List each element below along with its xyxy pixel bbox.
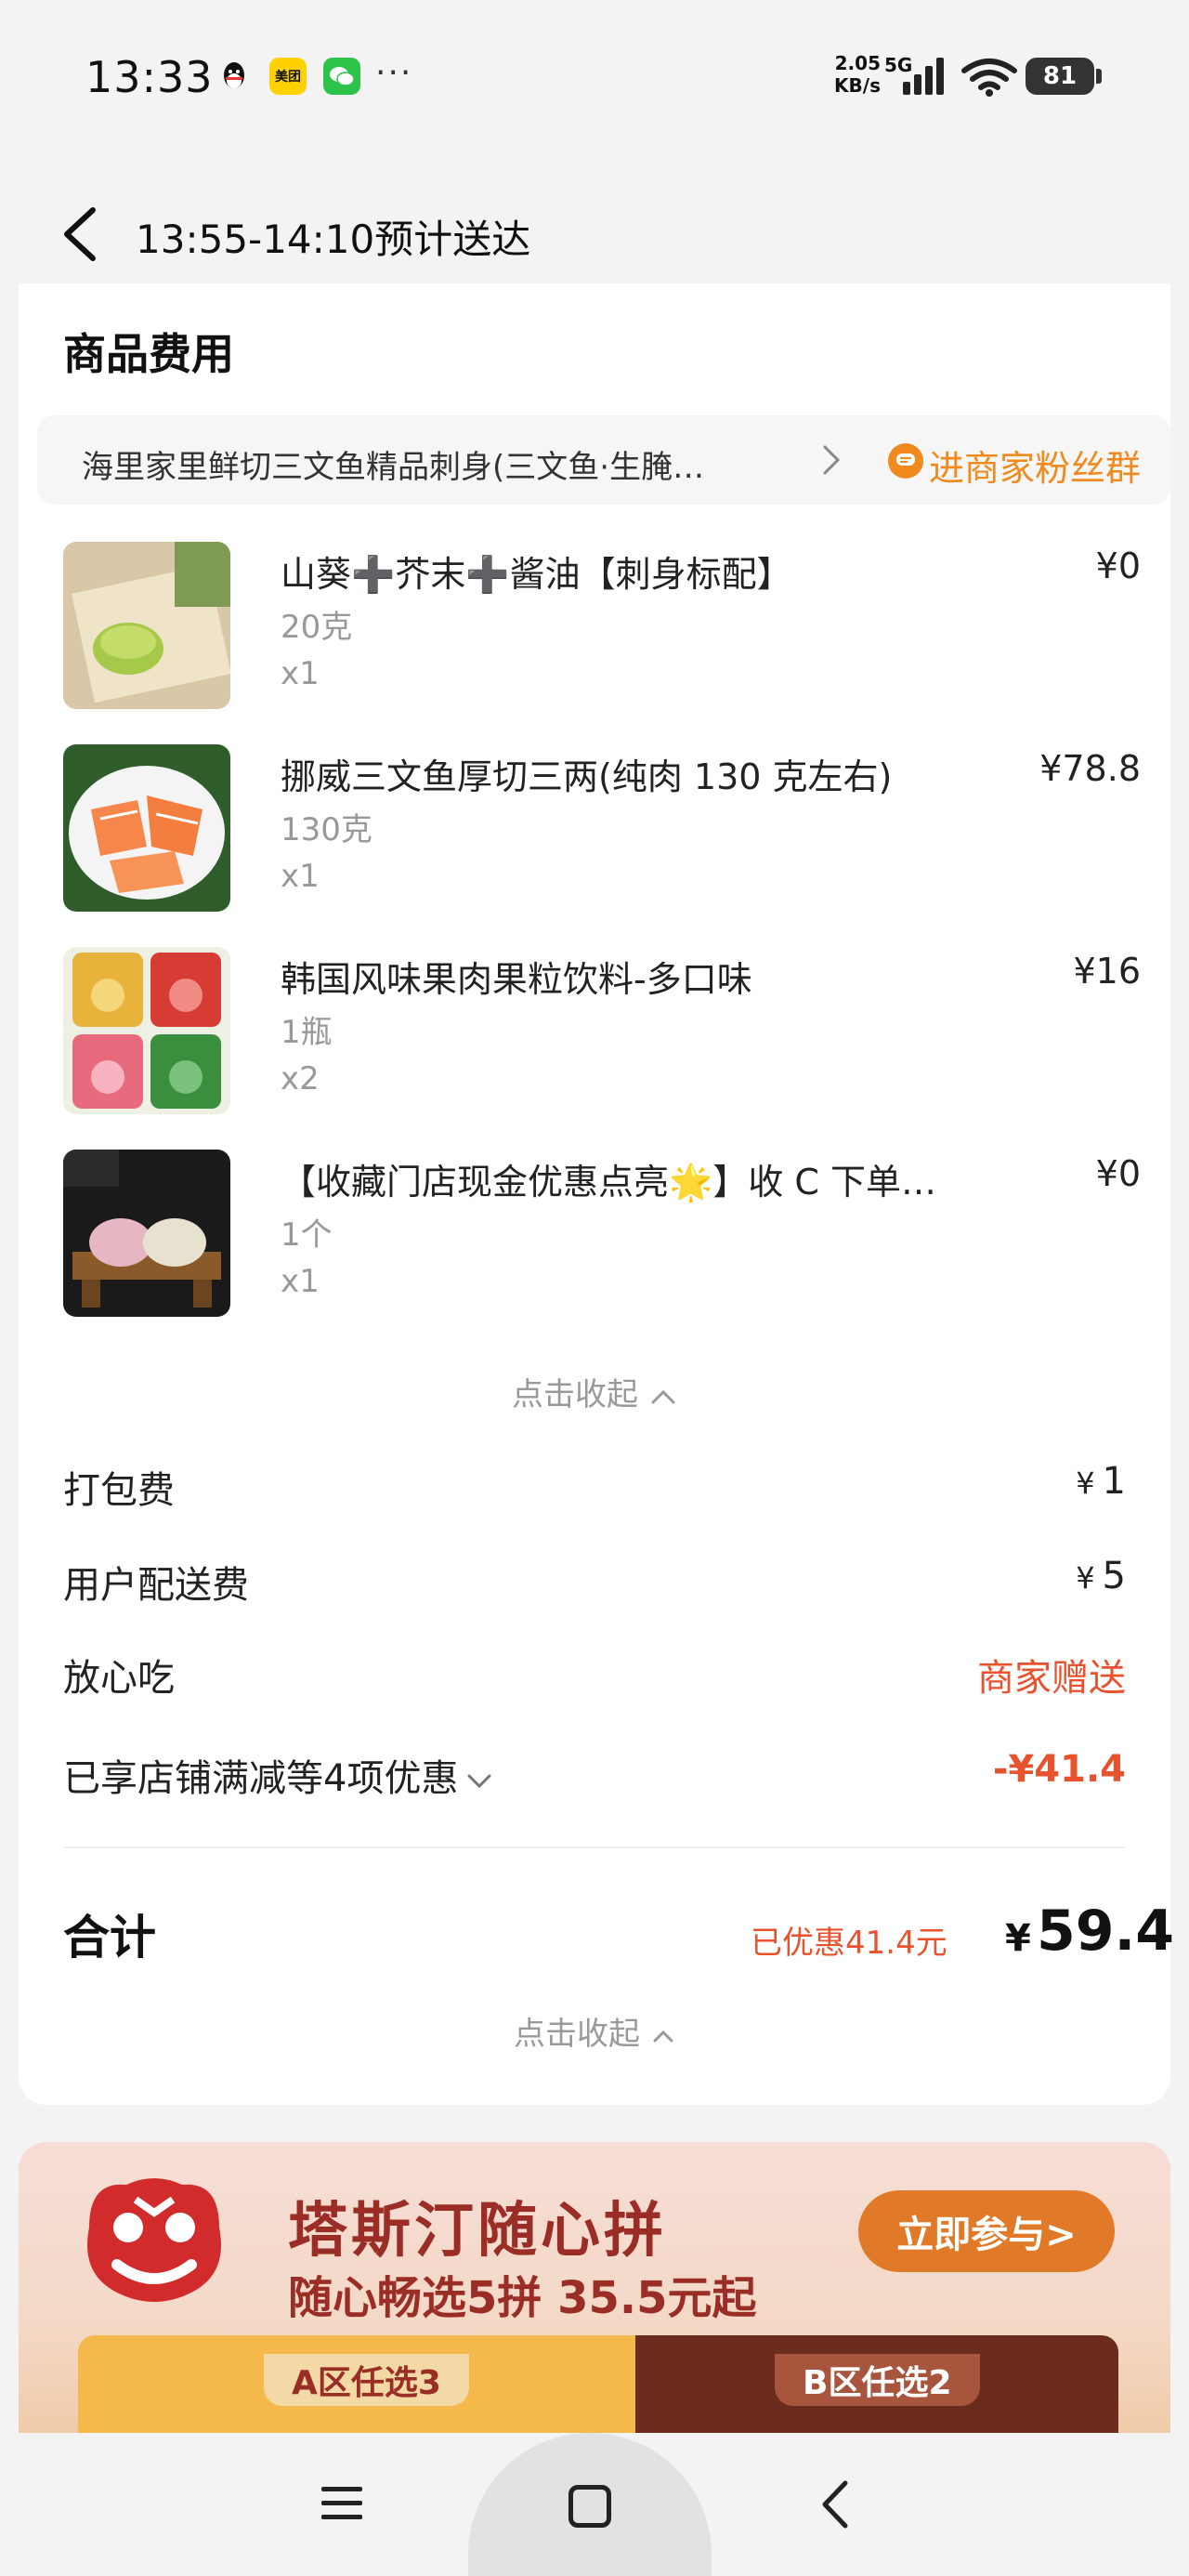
item-price: ¥0: [1095, 545, 1141, 586]
battery-tip: [1096, 69, 1102, 84]
zone-a-panel[interactable]: A区任选3: [78, 2335, 635, 2439]
qq-icon: [216, 58, 253, 95]
fee-value: ¥1: [1076, 1460, 1126, 1503]
item-name: 山葵➕芥末➕酱油【刺身标配】: [281, 554, 792, 595]
chevron-up-icon: [653, 2030, 673, 2042]
item-price: ¥78.8: [1039, 748, 1141, 789]
tastien-logo-icon: [87, 2178, 221, 2302]
item-name: 挪威三文鱼厚切三两(纯肉 130 克左右): [281, 756, 893, 797]
fee-value: 商家赠送: [977, 1657, 1126, 1700]
product-image-salmon: [63, 744, 230, 912]
status-time: 13:33: [85, 52, 214, 102]
item-spec: 130克: [281, 811, 372, 848]
item-spec: 20克: [281, 609, 353, 646]
item-spec: 1个: [281, 1216, 333, 1254]
system-nav-bar: [0, 2433, 1189, 2576]
divider: [63, 1847, 1126, 1848]
product-image-wasabi: [63, 542, 230, 709]
chevron-up-icon: [651, 1389, 675, 1403]
shop-bar[interactable]: 海里家里鲜切三文鱼精品刺身(三文鱼·生腌… 进商家粉丝群: [37, 415, 1170, 505]
item-spec: 1瓶: [281, 1014, 333, 1051]
fee-label: 放心吃: [63, 1657, 175, 1700]
back-arrow-icon[interactable]: [58, 204, 104, 264]
chevron-right-icon: [823, 445, 841, 475]
item-price: ¥16: [1073, 951, 1141, 992]
promo-banner[interactable]: 塔斯汀随心拼 随心畅选5拼 35.5元起 立即参与> A区任选3 B区任选2: [19, 2142, 1170, 2439]
discount-value: -¥41.4: [992, 1748, 1126, 1791]
section-title: 商品费用: [63, 329, 234, 379]
meituan-icon: 美团: [269, 58, 307, 95]
fee-label: 用户配送费: [63, 1564, 249, 1607]
chevron-down-icon: [467, 1774, 491, 1789]
home-square-icon[interactable]: [568, 2485, 611, 2528]
fee-detail-card: 商品费用 海里家里鲜切三文鱼精品刺身(三文鱼·生腌… 进商家粉丝群 山葵➕芥末➕…: [19, 283, 1174, 2105]
page-title: 13:55-14:10预计送达: [136, 217, 531, 262]
banner-subtitle: 随心畅选5拼 35.5元起: [288, 2272, 757, 2324]
fee-value: ¥5: [1076, 1555, 1126, 1597]
item-quantity: x1: [281, 655, 320, 692]
join-now-button[interactable]: 立即参与>: [858, 2190, 1115, 2272]
zone-b-tag: B区任选2: [775, 2354, 980, 2406]
collapse-fees-button[interactable]: 点击收起: [19, 2008, 1170, 2054]
chat-bubble-icon: [888, 443, 923, 479]
order-detail-page: 13:33 美团 ··· 2.05 KB/s 5G 81 13:55-14:10…: [0, 0, 1189, 2576]
wechat-icon: [323, 58, 360, 95]
item-name: 韩国风味果肉果粒饮料-多口味: [281, 959, 752, 1000]
zone-b-panel[interactable]: B区任选2: [635, 2335, 1118, 2439]
item-quantity: x2: [281, 1060, 320, 1097]
join-fan-group-link[interactable]: 进商家粉丝群: [929, 440, 1141, 491]
banner-title: 塔斯汀随心拼: [288, 2197, 667, 2266]
list-item[interactable]: 【收藏门店现金优惠点亮🌟】收 C 下单… 1个 x1 ¥0: [63, 1150, 1141, 1326]
network-speed: 2.05 KB/s: [834, 52, 881, 97]
item-price: ¥0: [1095, 1153, 1141, 1194]
item-name: 【收藏门店现金优惠点亮🌟】收 C 下单…: [281, 1162, 937, 1203]
assurance-row: 放心吃 商家赠送: [63, 1648, 1126, 1703]
shop-name[interactable]: 海里家里鲜切三文鱼精品刺身(三文鱼·生腌…: [82, 441, 825, 487]
status-bar: 13:33 美团 ··· 2.05 KB/s 5G 81: [0, 0, 1189, 158]
page-header: 13:55-14:10预计送达: [0, 186, 1189, 283]
packing-fee-row: 打包费 ¥1: [63, 1460, 1126, 1516]
list-item[interactable]: 山葵➕芥末➕酱油【刺身标配】 20克 x1 ¥0: [63, 542, 1141, 718]
list-item[interactable]: 韩国风味果肉果粒饮料-多口味 1瓶 x2 ¥16: [63, 947, 1141, 1124]
discount-toggle[interactable]: 已享店铺满减等4项优惠: [63, 1748, 495, 1802]
item-quantity: x1: [281, 858, 320, 895]
menu-icon[interactable]: [320, 2483, 364, 2524]
product-image-mochi: [63, 1150, 230, 1317]
battery-indicator: 81: [1026, 58, 1094, 95]
currency-symbol: ¥: [1005, 1917, 1031, 1960]
discount-row[interactable]: 已享店铺满减等4项优惠 -¥41.4: [63, 1748, 1126, 1804]
more-notifications-icon: ···: [375, 54, 413, 92]
item-quantity: x1: [281, 1263, 320, 1300]
zone-a-tag: A区任选3: [264, 2354, 469, 2406]
product-image-juice: [63, 947, 230, 1114]
signal-icon: [903, 58, 944, 95]
collapse-items-button[interactable]: 点击收起: [19, 1369, 1170, 1414]
fee-label: 打包费: [63, 1469, 175, 1512]
total-label: 合计: [63, 1911, 156, 1965]
wifi-icon: [961, 59, 1017, 97]
total-amount: 59.4: [1037, 1899, 1175, 1964]
delivery-fee-row: 用户配送费 ¥5: [63, 1555, 1126, 1610]
nav-back-icon[interactable]: [817, 2479, 851, 2530]
saved-amount: 已优惠41.4元: [751, 1925, 947, 1962]
list-item[interactable]: 挪威三文鱼厚切三两(纯肉 130 克左右) 130克 x1 ¥78.8: [63, 744, 1141, 921]
